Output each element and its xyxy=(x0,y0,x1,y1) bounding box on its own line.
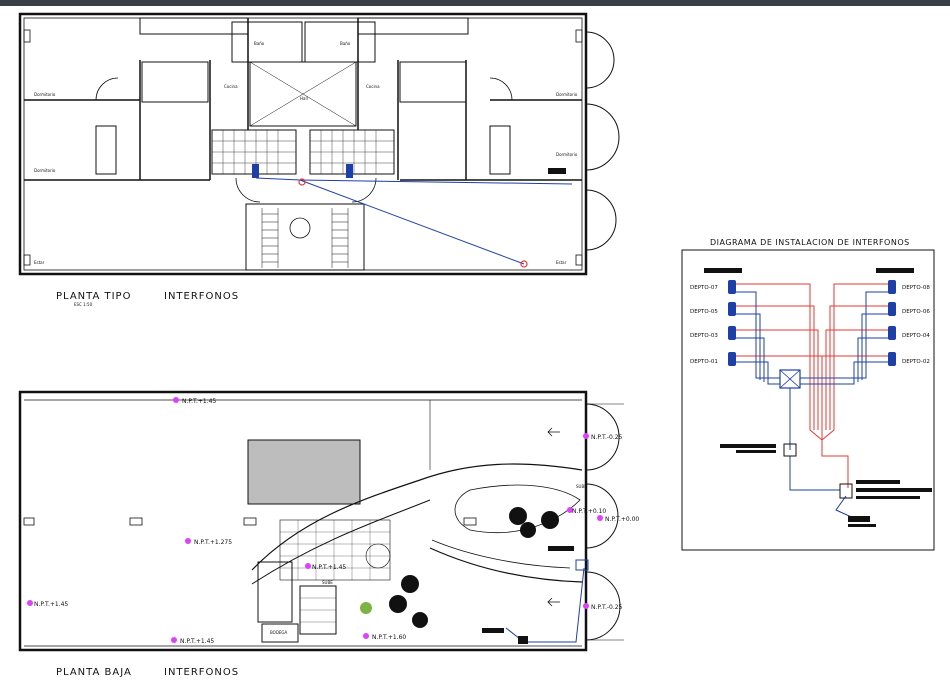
level-label: N.P.T.+1.45 xyxy=(180,638,214,645)
unit-label: DEPTO-01 xyxy=(690,359,718,365)
level-label: N.P.T.+1.275 xyxy=(194,539,232,546)
plan-tipo-outer-wall xyxy=(18,12,588,276)
unit-label: DEPTO-04 xyxy=(902,333,930,339)
diagram-red-wires xyxy=(736,283,890,488)
level-label: N.P.T.-0.25 xyxy=(591,604,623,611)
plan-baja-title: PLANTA BAJA xyxy=(56,667,132,678)
diagram-legend-right xyxy=(876,268,914,273)
svg-text:Cocina: Cocina xyxy=(366,84,380,89)
diagram-blue-wires xyxy=(736,291,890,521)
walkway-tiles xyxy=(280,520,390,623)
diagram-frame xyxy=(681,249,935,551)
stair-treads xyxy=(261,208,349,268)
unit-labels-left: DEPTO-07 DEPTO-05 DEPTO-03 DEPTO-01 xyxy=(690,285,718,365)
level-label: N.P.T.+1.45 xyxy=(312,564,346,571)
plan-baja-outer-wall xyxy=(18,390,588,652)
svg-text:Baño: Baño xyxy=(254,41,265,46)
unit-labels-right: DEPTO-08 DEPTO-06 DEPTO-04 DEPTO-02 xyxy=(902,285,930,365)
svg-text:BODEGA: BODEGA xyxy=(270,630,288,635)
svg-text:Dormitorio: Dormitorio xyxy=(556,92,578,97)
plan-tipo-subtitle: INTERFONOS xyxy=(164,291,239,302)
plan-tipo-title: PLANTA TIPO xyxy=(56,291,131,302)
svg-text:SUBE: SUBE xyxy=(322,580,333,585)
plan-baja xyxy=(18,390,624,652)
diagram-title: DIAGRAMA DE INSTALACION DE INTERFONOS xyxy=(710,238,910,247)
handsets-right xyxy=(888,280,896,366)
unit-label: DEPTO-08 xyxy=(902,285,930,291)
diagram-legend-left xyxy=(704,268,742,273)
svg-text:SUBE: SUBE xyxy=(576,484,587,489)
unit-label: DEPTO-05 xyxy=(690,309,718,315)
svg-text:Cocina: Cocina xyxy=(224,84,238,89)
handsets-left xyxy=(728,280,736,366)
svg-text:Dormitorio: Dormitorio xyxy=(34,92,56,97)
level-label: N.P.T.+0.00 xyxy=(605,516,639,523)
level-label: N.P.T.+1.45 xyxy=(34,601,68,608)
svg-text:Estar: Estar xyxy=(556,260,567,265)
svg-text:Baño: Baño xyxy=(340,41,351,46)
unit-label: DEPTO-06 xyxy=(902,309,930,315)
svg-text:Dormitorio: Dormitorio xyxy=(556,152,578,157)
drawing-canvas[interactable]: Dormitorio Dormitorio Dormitorio Dormito… xyxy=(0,0,950,680)
unit-label: DEPTO-03 xyxy=(690,333,718,339)
level-label: N.P.T.+1.60 xyxy=(372,634,406,641)
svg-text:Hall: Hall xyxy=(300,96,308,101)
svg-text:Dormitorio: Dormitorio xyxy=(34,168,56,173)
plan-baja-subtitle: INTERFONOS xyxy=(164,667,239,678)
unit-label: DEPTO-07 xyxy=(690,285,718,291)
plan-tipo-scale: ESC 1:50 xyxy=(74,302,93,307)
plan-tipo xyxy=(18,12,620,276)
level-label: N.P.T.+0.10 xyxy=(572,508,606,515)
kitchen-tiles xyxy=(212,130,394,174)
unit-label: DEPTO-02 xyxy=(902,359,930,365)
plan-baja-intercom-wiring xyxy=(482,546,589,644)
plan-titles: PLANTA TIPO INTERFONOS PLANTA BAJA INTER… xyxy=(56,291,239,678)
level-label: N.P.T.-0.25 xyxy=(591,434,623,441)
level-label: N.P.T.+1.45 xyxy=(182,398,216,405)
cad-viewport[interactable]: Dormitorio Dormitorio Dormitorio Dormito… xyxy=(0,0,950,680)
svg-text:Estar: Estar xyxy=(34,260,45,265)
plan-baja-labels: SUBE SUBE BODEGA xyxy=(270,484,587,635)
